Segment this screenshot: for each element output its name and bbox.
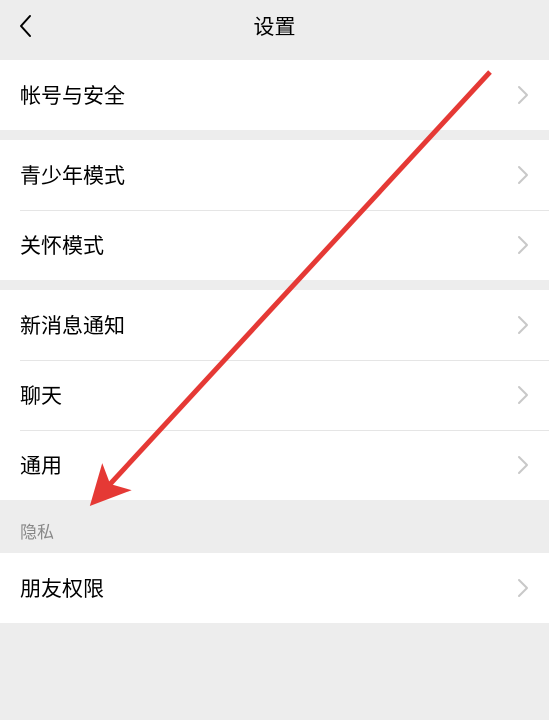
row-label: 通用 [20, 450, 62, 480]
page-title: 设置 [254, 11, 296, 41]
chevron-right-icon [517, 165, 529, 185]
group-privacy: 朋友权限 [0, 553, 549, 623]
chevron-right-icon [517, 235, 529, 255]
row-chat[interactable]: 聊天 [0, 360, 549, 430]
header: 设置 [0, 0, 549, 52]
row-label: 帐号与安全 [20, 80, 125, 110]
group-general: 新消息通知 聊天 通用 [0, 290, 549, 500]
row-label: 关怀模式 [20, 230, 104, 260]
row-youth-mode[interactable]: 青少年模式 [0, 140, 549, 210]
row-new-message-notifications[interactable]: 新消息通知 [0, 290, 549, 360]
row-general[interactable]: 通用 [0, 430, 549, 500]
row-label: 聊天 [20, 380, 62, 410]
group-account: 帐号与安全 [0, 60, 549, 130]
settings-list: 帐号与安全 青少年模式 关怀模式 新消息通知 聊天 [0, 60, 549, 623]
chevron-right-icon [517, 455, 529, 475]
row-label: 新消息通知 [20, 310, 125, 340]
chevron-right-icon [517, 85, 529, 105]
back-icon [18, 14, 32, 38]
chevron-right-icon [517, 315, 529, 335]
row-account-security[interactable]: 帐号与安全 [0, 60, 549, 130]
chevron-right-icon [517, 385, 529, 405]
row-friends-permissions[interactable]: 朋友权限 [0, 553, 549, 623]
chevron-right-icon [517, 578, 529, 598]
row-care-mode[interactable]: 关怀模式 [0, 210, 549, 280]
row-label: 朋友权限 [20, 573, 104, 603]
back-button[interactable] [10, 11, 40, 41]
group-modes: 青少年模式 关怀模式 [0, 140, 549, 280]
section-header-privacy: 隐私 [0, 500, 549, 553]
row-label: 青少年模式 [20, 160, 125, 190]
